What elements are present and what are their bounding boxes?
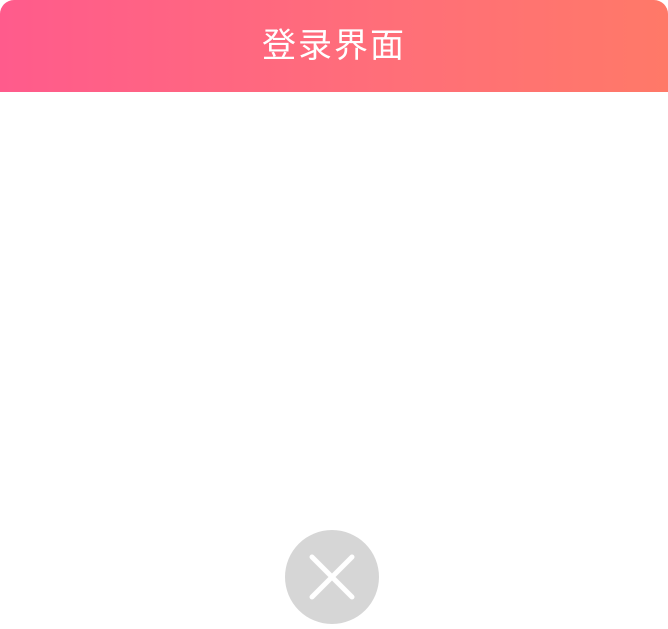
modal-header: 登录界面 xyxy=(0,0,668,92)
login-modal: 登录界面 xyxy=(0,0,668,523)
close-button[interactable] xyxy=(285,530,379,624)
close-icon xyxy=(309,554,355,600)
modal-body xyxy=(0,92,668,523)
modal-title: 登录界面 xyxy=(262,26,406,66)
